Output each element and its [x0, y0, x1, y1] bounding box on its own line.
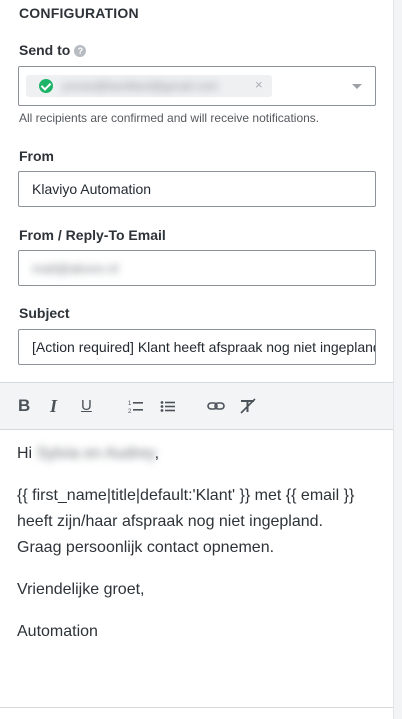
- reply-to-input[interactable]: mail@abvon.nl: [18, 250, 376, 286]
- editor-toolbar: B I U 1 2: [0, 383, 393, 430]
- clear-format-icon[interactable]: [239, 396, 257, 416]
- closing-line: Vriendelijke groet,: [17, 581, 145, 598]
- reply-to-label: From / Reply-To Email: [19, 227, 166, 243]
- ordered-list-icon[interactable]: 1 2: [128, 396, 144, 416]
- body-paragraph: {{ first_name|title|default:'Klant' }} m…: [17, 487, 355, 556]
- link-icon[interactable]: [207, 396, 225, 416]
- email-editor: B I U 1 2 Hi Sylvia en Audrey, {{first_…: [0, 382, 393, 708]
- signature-line: Automation: [17, 623, 98, 640]
- subject-input[interactable]: [Action required] Klant heeft afspraak n…: [18, 329, 376, 365]
- send-to-label: Send to?: [19, 42, 87, 58]
- send-to-select[interactable]: yonas@banillard@gmail.com ×: [18, 66, 376, 106]
- recipient-email: yonas@banillard@gmail.com: [62, 79, 219, 93]
- svg-text:2: 2: [128, 409, 132, 415]
- divider: [0, 707, 393, 708]
- subject-label: Subject: [19, 305, 70, 321]
- greeting-line: Hi Sylvia en Audrey,: [17, 441, 367, 467]
- section-title: CONFIGURATION: [19, 5, 139, 21]
- svg-text:1: 1: [128, 401, 132, 407]
- chevron-down-icon[interactable]: [352, 84, 362, 89]
- recipients-hint: All recipients are confirmed and will re…: [19, 111, 320, 125]
- greeting-suffix: ,: [154, 445, 160, 462]
- from-input[interactable]: Klaviyo Automation: [18, 171, 376, 207]
- bullet-list-icon[interactable]: [160, 396, 176, 416]
- check-circle-icon: [39, 79, 53, 93]
- recipient-chip: yonas@banillard@gmail.com ×: [26, 75, 272, 97]
- reply-to-value: mail@abvon.nl: [32, 261, 119, 276]
- send-to-label-text: Send to: [19, 42, 71, 58]
- configuration-panel: CONFIGURATION Send to? yonas@banillard@g…: [0, 0, 393, 719]
- close-icon[interactable]: ×: [255, 77, 263, 92]
- scrollbar[interactable]: [393, 0, 402, 719]
- bold-button[interactable]: B: [18, 396, 30, 416]
- help-icon[interactable]: ?: [74, 45, 87, 57]
- from-label: From: [19, 148, 54, 164]
- greeting-prefix: Hi: [17, 445, 37, 462]
- editor-content[interactable]: Hi Sylvia en Audrey, {{ first_name|title…: [17, 441, 367, 661]
- greeting-name: Sylvia en Audrey: [36, 445, 155, 462]
- underline-button[interactable]: U: [81, 396, 92, 416]
- italic-button[interactable]: I: [50, 396, 57, 416]
